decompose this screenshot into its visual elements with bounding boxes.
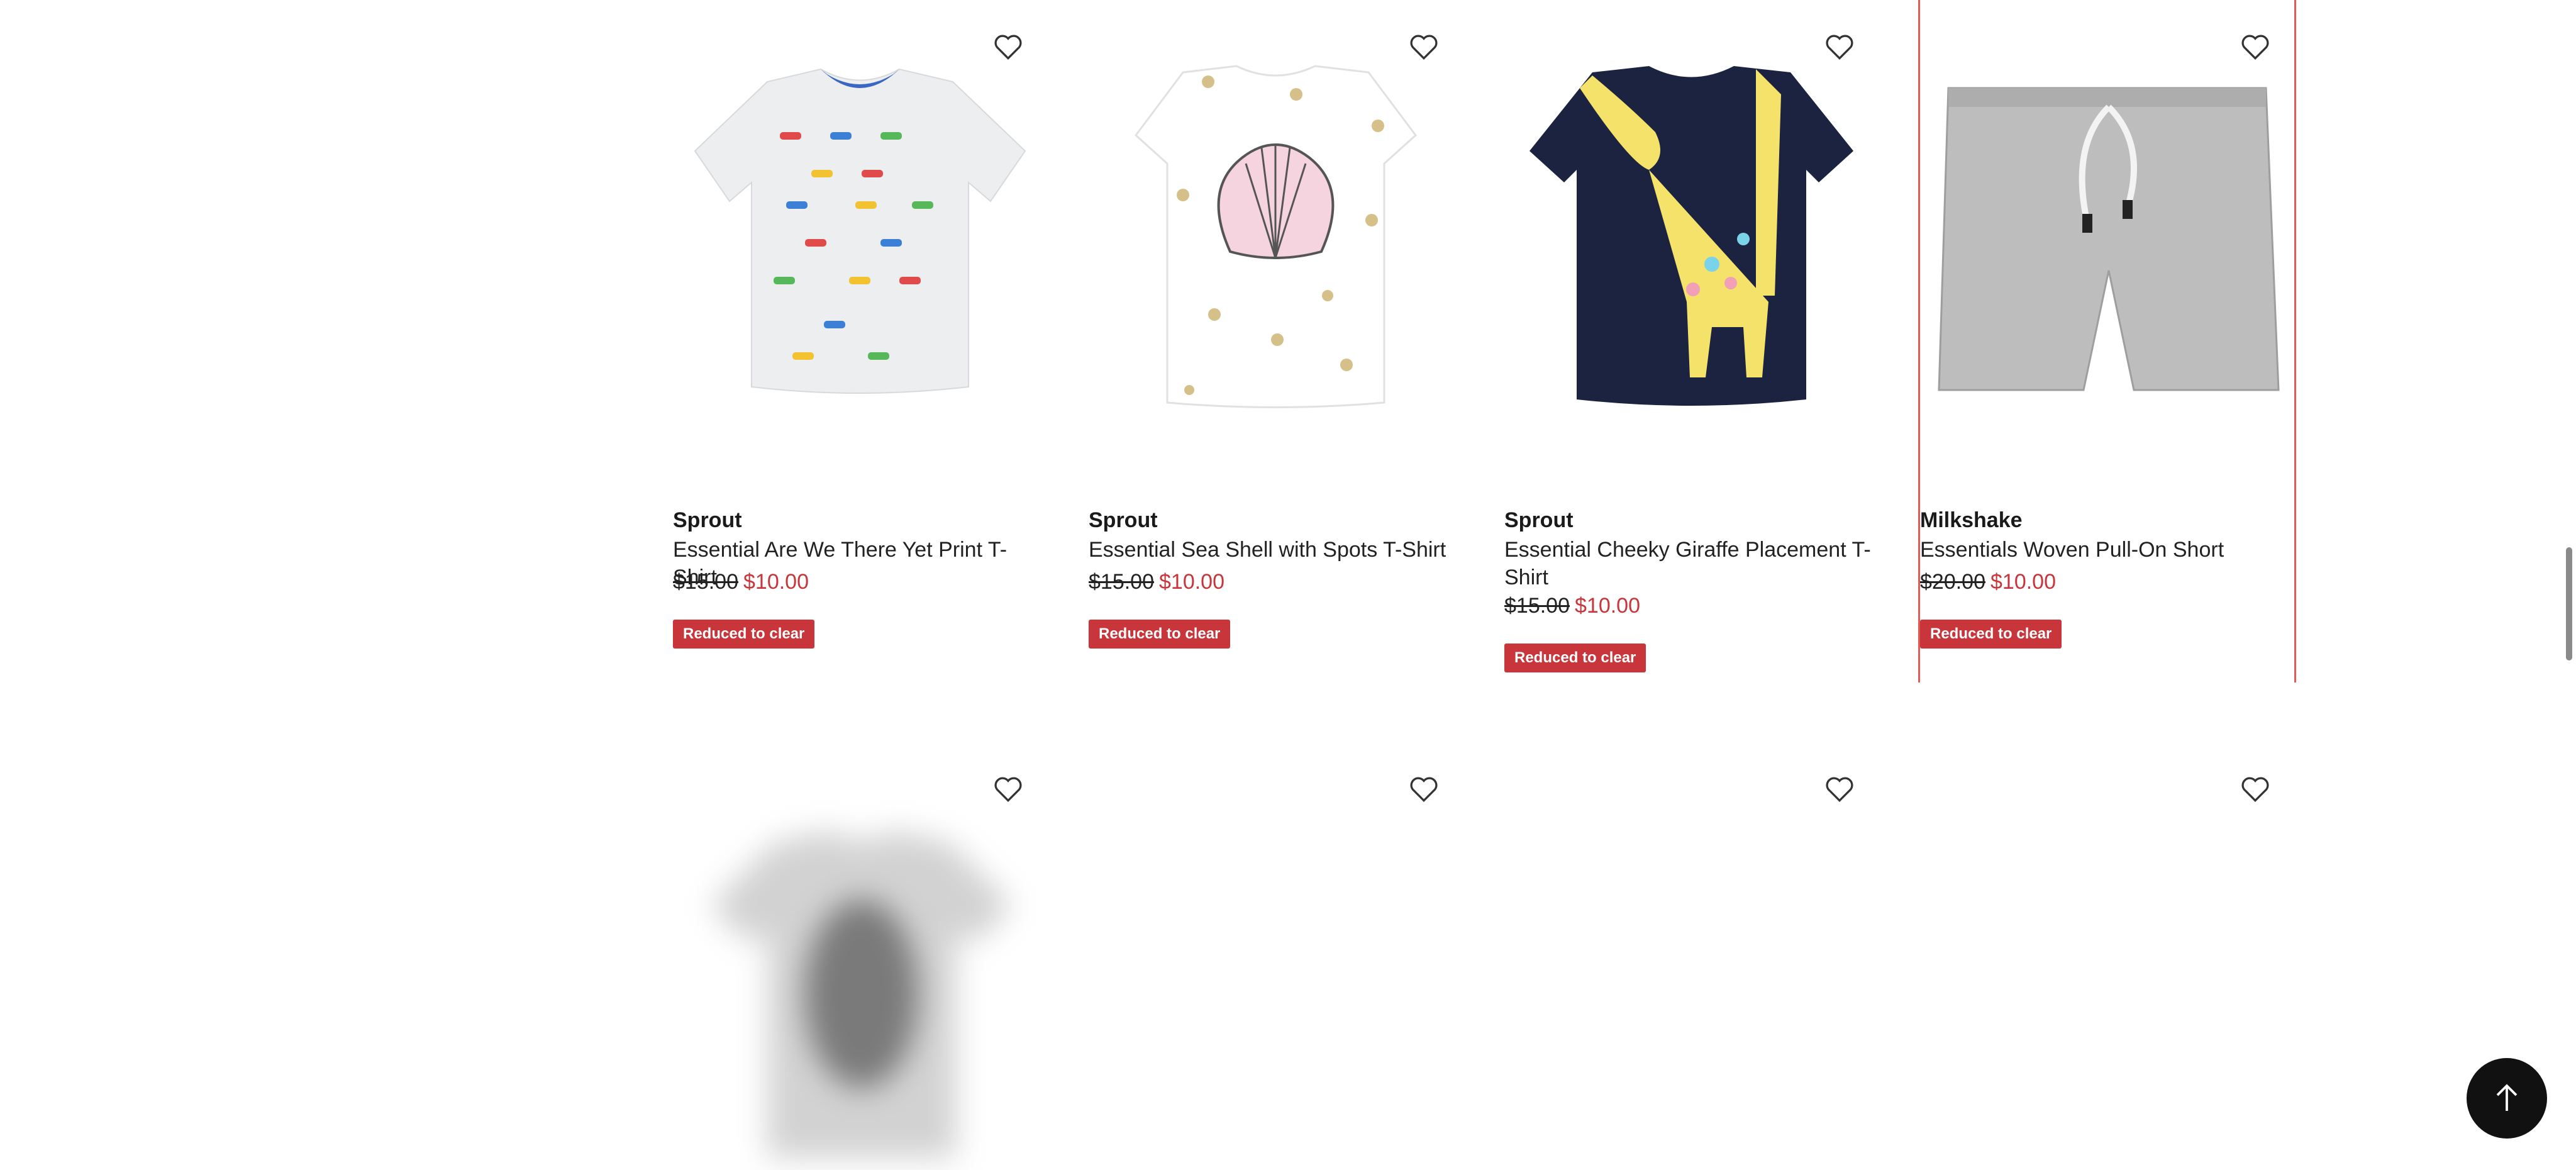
heart-outline-icon [994, 777, 1022, 802]
wishlist-button[interactable] [1400, 765, 1448, 813]
original-price: $15.00 [1089, 570, 1154, 594]
product-card[interactable]: Sprout Essential Cheeky Giraffe Placemen… [1504, 0, 1879, 682]
sale-badge: Reduced to clear [1504, 644, 1646, 672]
sale-price: $10.00 [1159, 570, 1224, 594]
product-image[interactable] [1089, 742, 1463, 1169]
back-to-top-button[interactable] [2467, 1058, 2547, 1139]
heart-outline-icon [994, 35, 1022, 60]
product-price: $20.00 $10.00 [1920, 570, 2056, 594]
product-card[interactable] [1920, 742, 2294, 1169]
product-image[interactable] [673, 742, 1047, 1169]
product-title[interactable]: Essentials Woven Pull-On Short [1920, 536, 2294, 564]
heart-outline-icon [1410, 777, 1438, 802]
original-price: $15.00 [1504, 594, 1570, 618]
wishlist-button[interactable] [984, 23, 1032, 70]
product-brand[interactable]: Milkshake [1920, 508, 2023, 533]
product-price: $15.00 $10.00 [1089, 570, 1224, 594]
product-card[interactable] [673, 742, 1047, 1169]
arrow-up-icon [2496, 1084, 2518, 1111]
original-price: $20.00 [1920, 570, 1985, 594]
sale-badge: Reduced to clear [1089, 620, 1231, 649]
loading-image-placeholder [711, 830, 1013, 1157]
heart-outline-icon [1410, 35, 1438, 60]
product-title[interactable]: Essential Sea Shell with Spots T-Shirt [1089, 536, 1463, 564]
heart-outline-icon [1826, 35, 1853, 60]
product-card[interactable]: Milkshake Essentials Woven Pull-On Short… [1918, 0, 2296, 682]
product-price: $15.00 $10.00 [673, 570, 809, 594]
heart-outline-icon [1826, 777, 1853, 802]
wishlist-button[interactable] [2231, 23, 2279, 70]
product-card[interactable] [1089, 742, 1463, 1169]
product-image[interactable] [1089, 0, 1463, 491]
product-image[interactable] [673, 0, 1047, 491]
product-price: $15.00 $10.00 [1504, 594, 1640, 618]
sale-price: $10.00 [1990, 570, 2056, 594]
original-price: $15.00 [673, 570, 738, 594]
wishlist-button[interactable] [2231, 765, 2279, 813]
sale-price: $10.00 [1575, 594, 1640, 618]
wishlist-button[interactable] [1400, 23, 1448, 70]
sale-price: $10.00 [743, 570, 809, 594]
product-card[interactable]: Sprout Essential Sea Shell with Spots T-… [1089, 0, 1463, 682]
product-brand[interactable]: Sprout [1089, 508, 1158, 533]
product-card[interactable]: Sprout Essential Are We There Yet Print … [673, 0, 1047, 682]
wishlist-button[interactable] [984, 765, 1032, 813]
product-image[interactable] [1504, 742, 1879, 1169]
product-card[interactable] [1504, 742, 1879, 1169]
product-brand[interactable]: Sprout [1504, 508, 1574, 533]
product-image[interactable] [1504, 0, 1879, 491]
heart-outline-icon [2241, 35, 2269, 60]
heart-outline-icon [2241, 777, 2269, 802]
product-brand[interactable]: Sprout [673, 508, 742, 533]
scrollbar-thumb[interactable] [2566, 547, 2572, 660]
product-image[interactable] [1920, 0, 2294, 491]
sale-badge: Reduced to clear [673, 620, 815, 649]
wishlist-button[interactable] [1816, 23, 1863, 70]
sale-badge: Reduced to clear [1920, 620, 2062, 649]
product-title[interactable]: Essential Cheeky Giraffe Placement T-Shi… [1504, 536, 1879, 591]
wishlist-button[interactable] [1816, 765, 1863, 813]
product-image[interactable] [1920, 742, 2294, 1169]
